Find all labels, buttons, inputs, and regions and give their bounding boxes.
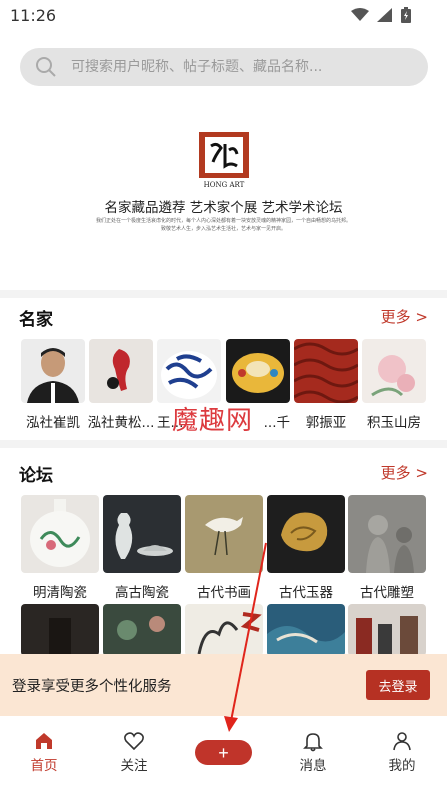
- art-image: [89, 339, 153, 403]
- tab-home-label: 首页: [30, 758, 58, 774]
- ancient-ceramics-image: [103, 495, 181, 573]
- user-icon: [393, 732, 411, 751]
- login-prompt-bar: 登录享受更多个性化服务 去登录: [0, 654, 447, 716]
- famous-item-thumb[interactable]: [157, 339, 221, 403]
- furniture-image: [21, 604, 99, 656]
- tab-mine-label: 我的: [388, 758, 416, 774]
- famous-section-title: 名家: [19, 310, 53, 330]
- ink-painting-image: [185, 604, 263, 656]
- tab-mine[interactable]: 我的: [372, 730, 432, 774]
- ancient-sculpture-image: [348, 495, 426, 573]
- bottom-tab-bar: 首页 关注 + 消息 我的: [0, 716, 447, 795]
- signal-icon: [377, 8, 392, 22]
- carved-lacquer-image: [294, 339, 358, 403]
- portrait-image: [21, 339, 85, 403]
- forum-item-thumb[interactable]: [21, 495, 99, 573]
- home-icon: [36, 733, 52, 749]
- forum-item-label: 古代雕塑: [360, 585, 414, 601]
- forum-item-label: 明清陶瓷: [33, 585, 87, 601]
- tab-messages[interactable]: 消息: [283, 730, 343, 774]
- famous-item-thumb[interactable]: [226, 339, 290, 403]
- famous-more-link[interactable]: 更多 >: [381, 306, 428, 327]
- login-prompt-text: 登录享受更多个性化服务: [12, 679, 172, 695]
- add-post-button[interactable]: +: [195, 740, 252, 765]
- hong-art-logo: HONG ART: [199, 132, 249, 189]
- brand-banner[interactable]: HONG ART 名家藏品遴荐 艺术家个展 艺术学术论坛 我们正处在一个极度生活…: [0, 120, 447, 290]
- tab-home[interactable]: 首页: [14, 730, 74, 774]
- famous-item-thumb[interactable]: [294, 339, 358, 403]
- famous-item-label: 泓社崔凯: [26, 415, 80, 431]
- famous-item-thumb[interactable]: [362, 339, 426, 403]
- forum-item-thumb[interactable]: [185, 604, 263, 656]
- forum-more-link[interactable]: 更多 >: [381, 462, 428, 483]
- battery-icon: [401, 7, 411, 23]
- famous-item-label: ...千: [263, 415, 290, 431]
- forum-item-thumb[interactable]: [267, 495, 345, 573]
- embroidery-image: [103, 604, 181, 656]
- forum-section-title: 论坛: [19, 466, 53, 486]
- status-bar: 11:26: [0, 0, 447, 32]
- forum-item-label: 古代玉器: [279, 585, 333, 601]
- forum-item-thumb[interactable]: [103, 495, 181, 573]
- forum-item-thumb[interactable]: [348, 495, 426, 573]
- search-bar[interactable]: [20, 48, 428, 86]
- ancient-painting-image: [185, 495, 263, 573]
- tab-follow-label: 关注: [120, 758, 148, 774]
- famous-item-label: 郭振亚: [305, 415, 347, 431]
- ming-qing-porcelain-image: [21, 495, 99, 573]
- login-button[interactable]: 去登录: [366, 670, 430, 700]
- forum-item-thumb[interactable]: [103, 604, 181, 656]
- banner-description-line2: 致敬艺术人生，步入泓艺术生活社，艺术与家一见开启。: [160, 226, 286, 232]
- exhibition-image: [348, 604, 426, 656]
- forum-item-label: 古代书画: [197, 585, 251, 601]
- famous-item-thumb[interactable]: [21, 339, 85, 403]
- section-divider: [0, 290, 447, 298]
- forum-item-thumb[interactable]: [185, 495, 263, 573]
- bell-icon: [303, 733, 323, 752]
- famous-item-label: 泓社黄松...: [87, 415, 155, 431]
- tab-messages-label: 消息: [299, 758, 327, 774]
- tab-follow[interactable]: 关注: [104, 730, 164, 774]
- forum-item-thumb[interactable]: [21, 604, 99, 656]
- banner-tagline: 名家藏品遴荐 艺术家个展 艺术学术论坛: [104, 200, 343, 216]
- search-input[interactable]: [71, 59, 391, 75]
- banner-description: 我们正处在一个极度生活哀虑化的时代，每个人内心深处都有着一块安放灵魂的精神家园，…: [70, 217, 377, 233]
- ancient-jade-image: [267, 495, 345, 573]
- watermark-text: 魔趣网: [172, 406, 254, 436]
- famous-item-thumb[interactable]: [89, 339, 153, 403]
- forum-item-thumb[interactable]: [267, 604, 345, 656]
- search-icon: [36, 57, 56, 77]
- flower-painting-image: [362, 339, 426, 403]
- famous-item-label: 积玉山房: [367, 415, 421, 431]
- section-divider: [0, 440, 447, 448]
- heart-icon: [124, 732, 144, 751]
- blue-white-porcelain-image: [157, 339, 221, 403]
- forum-item-thumb[interactable]: [348, 604, 426, 656]
- status-time: 11:26: [10, 6, 57, 25]
- famille-rose-bowl-image: [226, 339, 290, 403]
- wifi-icon: [351, 8, 369, 21]
- status-icons: [351, 7, 411, 23]
- logo-caption: HONG ART: [204, 181, 245, 189]
- forum-item-label: 高古陶瓷: [115, 585, 169, 601]
- banner-description-line1: 我们正处在一个极度生活哀虑化的时代，每个人内心深处都有着一块安放灵魂的精神家园，…: [95, 218, 351, 224]
- oil-painting-image: [267, 604, 345, 656]
